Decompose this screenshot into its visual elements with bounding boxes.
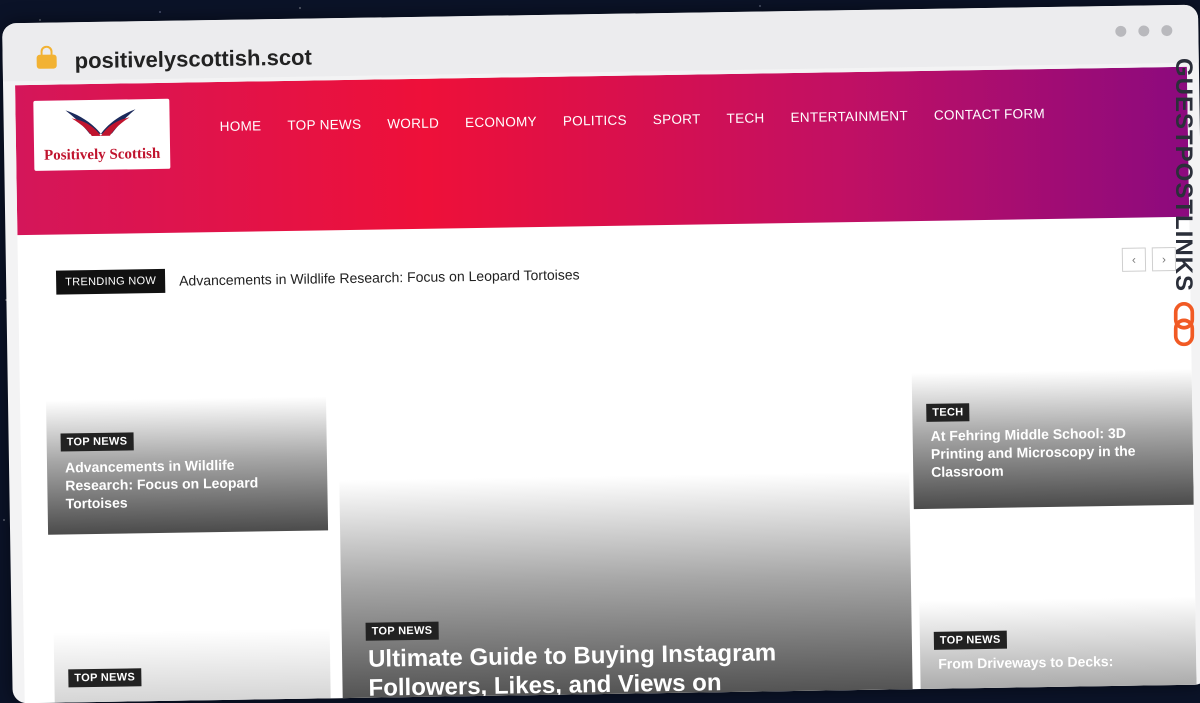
nav-home[interactable]: HOME: [220, 118, 262, 134]
url-text[interactable]: positivelyscottish.scot: [74, 45, 312, 75]
nav-entertainment[interactable]: ENTERTAINMENT: [790, 108, 908, 125]
card-title[interactable]: Ultimate Guide to Buying Instagram Follo…: [368, 638, 849, 703]
web-page: Positively Scottish HOME TOP NEWS WORLD …: [15, 66, 1197, 703]
window-dot-icon[interactable]: [1161, 25, 1173, 37]
site-logo[interactable]: Positively Scottish: [33, 98, 171, 171]
category-badge[interactable]: TOP NEWS: [60, 432, 134, 452]
trending-arrows: ‹ ›: [1121, 246, 1177, 272]
wings-logo-icon: [65, 109, 136, 136]
nav-tech[interactable]: TECH: [726, 110, 764, 126]
window-dot-icon[interactable]: [1115, 25, 1127, 37]
card-title[interactable]: Advancements in Wildlife Research: Focus…: [65, 455, 286, 513]
nav-economy[interactable]: ECONOMY: [465, 114, 537, 130]
category-badge[interactable]: TOP NEWS: [933, 630, 1007, 650]
watermark-text: GUESTPOSTLINKS: [1170, 58, 1197, 293]
card-title[interactable]: [73, 687, 313, 691]
news-card-right-top[interactable]: TECH At Fehring Middle School: 3D Printi…: [911, 368, 1194, 510]
main-nav: HOME TOP NEWS WORLD ECONOMY POLITICS SPO…: [220, 106, 1046, 134]
nav-politics[interactable]: POLITICS: [563, 113, 627, 129]
lock-icon: [36, 54, 57, 69]
guestpostlinks-watermark: GUESTPOSTLINKS: [1170, 58, 1197, 347]
category-badge[interactable]: TOP NEWS: [365, 621, 439, 641]
category-badge[interactable]: TECH: [926, 403, 970, 422]
nav-world[interactable]: WORLD: [387, 116, 439, 132]
category-badge[interactable]: TOP NEWS: [68, 668, 142, 688]
browser-window: positivelyscottish.scot Positively Scott…: [2, 4, 1200, 703]
card-title[interactable]: At Fehring Middle School: 3D Printing an…: [931, 423, 1162, 481]
news-card-left-bottom[interactable]: TOP NEWS: [53, 628, 331, 703]
chain-link-icon: [1173, 302, 1195, 347]
site-header: Positively Scottish HOME TOP NEWS WORLD …: [15, 66, 1190, 236]
window-dot-icon[interactable]: [1138, 25, 1150, 37]
window-controls: [1115, 25, 1173, 37]
news-card-left-top[interactable]: TOP NEWS Advancements in Wildlife Resear…: [46, 396, 329, 535]
nav-contact-form[interactable]: CONTACT FORM: [934, 106, 1045, 123]
trending-badge: TRENDING NOW: [55, 268, 166, 295]
news-card-main[interactable]: TOP NEWS Ultimate Guide to Buying Instag…: [339, 471, 913, 703]
nav-top-news[interactable]: TOP NEWS: [287, 117, 361, 133]
news-card-right-bottom[interactable]: TOP NEWS From Driveways to Decks:: [919, 596, 1197, 702]
trending-bar: TRENDING NOW Advancements in Wildlife Re…: [55, 262, 580, 295]
nav-sport[interactable]: SPORT: [653, 111, 701, 127]
trending-headline[interactable]: Advancements in Wildlife Research: Focus…: [179, 266, 580, 288]
chevron-left-icon[interactable]: ‹: [1121, 247, 1147, 272]
logo-text: Positively Scottish: [43, 145, 161, 164]
